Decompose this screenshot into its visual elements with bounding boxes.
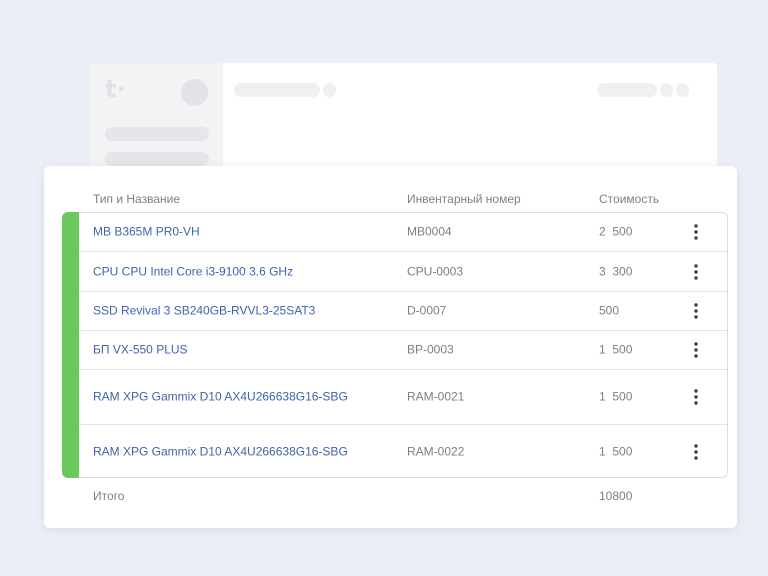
item-name-link[interactable]: RAM XPG Gammix D10 AX4U266638G16-SBG	[93, 390, 353, 405]
inventory-table: MB B365M PR0-VH MB0004 2 500 CPU CPU Int…	[79, 212, 728, 478]
skeleton-menu-item	[105, 127, 209, 141]
column-header-inventory: Инвентарный номер	[407, 192, 521, 206]
item-cost: 1 500	[599, 389, 633, 404]
group-accent-bar	[62, 212, 79, 478]
stage: t· Тип и Название Инвентарный номер Стои…	[0, 0, 768, 576]
skeleton-toolbar-pill	[597, 83, 657, 97]
item-cost: 1 500	[599, 444, 633, 459]
inventory-number: RAM-0022	[407, 444, 465, 459]
column-header-name: Тип и Название	[93, 192, 180, 206]
table-row: БП VX-550 PLUS BP-0003 1 500	[79, 331, 727, 370]
item-name-link[interactable]: SSD Revival 3 SB240GB-RVVL3-25SAT3	[93, 304, 353, 319]
item-name-link[interactable]: БП VX-550 PLUS	[93, 343, 353, 358]
skeleton-menu-item	[105, 152, 209, 166]
table-row: MB B365M PR0-VH MB0004 2 500	[79, 213, 727, 252]
more-vertical-icon[interactable]	[691, 389, 701, 405]
column-header-cost: Стоимость	[599, 192, 660, 206]
skeleton-toolbar-dot	[676, 83, 689, 97]
background-app-window: t·	[90, 63, 717, 183]
more-vertical-icon[interactable]	[691, 303, 701, 319]
table-row: RAM XPG Gammix D10 AX4U266638G16-SBG RAM…	[79, 425, 727, 477]
more-vertical-icon[interactable]	[691, 342, 701, 358]
app-logo: t·	[105, 75, 126, 103]
inventory-number: D-0007	[407, 303, 447, 318]
item-name-link[interactable]: CPU CPU Intel Core i3-9100 3.6 GHz	[93, 264, 353, 279]
more-vertical-icon[interactable]	[691, 444, 701, 460]
inventory-number: BP-0003	[407, 342, 454, 357]
skeleton-toolbar-dot	[660, 83, 673, 97]
item-name-link[interactable]: RAM XPG Gammix D10 AX4U266638G16-SBG	[93, 445, 353, 460]
inventory-number: CPU-0003	[407, 264, 464, 278]
item-cost: 2 500	[599, 224, 633, 239]
skeleton-dot	[323, 83, 336, 97]
item-name-link[interactable]: MB B365M PR0-VH	[93, 225, 353, 240]
table-row: CPU CPU Intel Core i3-9100 3.6 GHz CPU-0…	[79, 252, 727, 292]
item-cost: 500	[599, 303, 620, 318]
inventory-number: RAM-0021	[407, 389, 465, 404]
background-sidebar: t·	[90, 63, 223, 183]
item-cost: 3 300	[599, 264, 633, 278]
item-cost: 1 500	[599, 342, 633, 357]
inventory-number: MB0004	[407, 224, 452, 239]
avatar-placeholder	[181, 79, 208, 106]
table-row: RAM XPG Gammix D10 AX4U266638G16-SBG RAM…	[79, 370, 727, 425]
inventory-card: Тип и Название Инвентарный номер Стоимос…	[44, 166, 737, 528]
more-vertical-icon[interactable]	[691, 263, 701, 280]
skeleton-title	[234, 83, 320, 97]
more-vertical-icon[interactable]	[691, 224, 701, 240]
total-label: Итого	[93, 489, 125, 503]
table-row: SSD Revival 3 SB240GB-RVVL3-25SAT3 D-000…	[79, 292, 727, 331]
total-value: 10800	[599, 489, 633, 503]
